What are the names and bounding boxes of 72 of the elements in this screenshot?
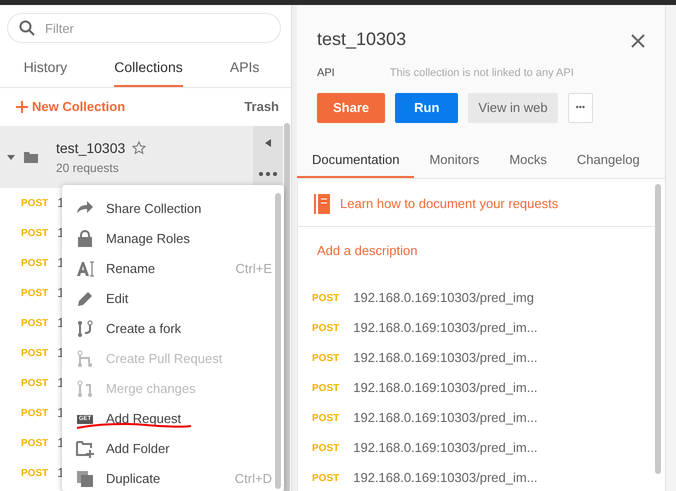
collection-name: test_10303: [56, 138, 126, 158]
scrollbar[interactable]: [275, 193, 281, 489]
collection-row[interactable]: test_10303 20 requests: [0, 126, 283, 188]
share-button[interactable]: Share: [317, 93, 386, 124]
more-icon: [259, 172, 277, 176]
close-icon: [631, 34, 645, 48]
method-label: POST: [312, 412, 340, 426]
trash-button[interactable]: Trash: [244, 97, 279, 117]
menu-item[interactable]: Add Folder: [62, 434, 284, 464]
method-label: POST: [21, 256, 48, 270]
method-label: POST: [312, 322, 340, 336]
pencil-icon: [76, 290, 94, 308]
request-url: 192.168.0.169:10303/pred_img: [353, 289, 534, 308]
method-label: POST: [312, 382, 340, 396]
method-label: POST: [21, 196, 48, 210]
method-label: POST: [21, 466, 48, 480]
method-label: POST: [312, 292, 340, 306]
menu-item[interactable]: Create a fork: [62, 314, 284, 344]
menu-item[interactable]: Share Collection: [62, 194, 284, 224]
more-button[interactable]: •••: [568, 93, 594, 124]
request-url: 192.168.0.169:10303/pred_im...: [353, 319, 538, 338]
panel-tab[interactable]: Mocks: [494, 150, 562, 178]
fork-icon: [76, 320, 94, 338]
method-label: POST: [21, 376, 48, 390]
add-folder-icon: [76, 440, 94, 458]
request-url: 192.168.0.169:10303/pred_im...: [353, 469, 538, 488]
request-url: 192.168.0.169:10303/pred_im...: [353, 349, 538, 368]
request-url: 192.168.0.169:10303/pred_im...: [353, 439, 538, 458]
run-button[interactable]: Run: [395, 93, 458, 124]
method-label: POST: [21, 346, 48, 360]
sidebar-tab[interactable]: APIs: [230, 51, 260, 87]
method-label: POST: [312, 442, 340, 456]
method-label: POST: [21, 436, 48, 450]
shortcut-label: Ctrl+E: [236, 260, 272, 278]
folder-icon: [24, 151, 38, 163]
request-url: 192.168.0.169:10303/pred_im...: [353, 409, 538, 428]
learn-link[interactable]: Learn how to document your requests: [340, 194, 558, 214]
new-collection-button[interactable]: New Collection: [16, 97, 126, 117]
plus-icon: [16, 101, 28, 113]
pull-request-icon: [76, 350, 94, 368]
menu-item[interactable]: Edit: [62, 284, 284, 314]
book-icon: [314, 194, 330, 214]
rename-icon: [76, 260, 94, 278]
method-label: POST: [21, 286, 48, 300]
panel-tab[interactable]: Changelog: [562, 150, 655, 178]
duplicate-icon: [76, 470, 94, 488]
method-label: POST: [21, 406, 48, 420]
method-label: POST: [312, 472, 340, 486]
sidebar-tab[interactable]: Collections: [114, 51, 183, 87]
api-status: This collection is not linked to any API: [390, 66, 574, 81]
api-label: API: [317, 66, 335, 81]
request-url: 192.168.0.169:10303/pred_im...: [353, 379, 538, 398]
add-description-link[interactable]: Add a description: [298, 226, 436, 260]
method-label: POST: [21, 316, 48, 330]
menu-item[interactable]: Manage Roles: [62, 224, 284, 254]
search-field[interactable]: Filter: [7, 13, 281, 43]
panel-tab[interactable]: Documentation: [297, 150, 414, 178]
collection-title: test_10303: [317, 29, 406, 51]
panel-tab[interactable]: Monitors: [414, 150, 494, 178]
merge-icon: [76, 380, 94, 398]
menu-item[interactable]: Duplicate Ctrl+D: [62, 464, 284, 491]
request-count: 20 requests: [56, 160, 120, 176]
lock-icon: [76, 230, 94, 248]
method-label: POST: [21, 226, 48, 240]
collapse-icon: [265, 138, 271, 146]
sidebar-tab[interactable]: History: [24, 51, 68, 87]
menu-item[interactable]: Rename Ctrl+E: [62, 254, 284, 284]
scrollbar[interactable]: [655, 184, 661, 474]
view-in-web-button[interactable]: View in web: [468, 93, 558, 124]
scrollbar[interactable]: [284, 123, 290, 491]
shortcut-label: Ctrl+D: [234, 470, 272, 488]
method-label: POST: [312, 352, 340, 366]
